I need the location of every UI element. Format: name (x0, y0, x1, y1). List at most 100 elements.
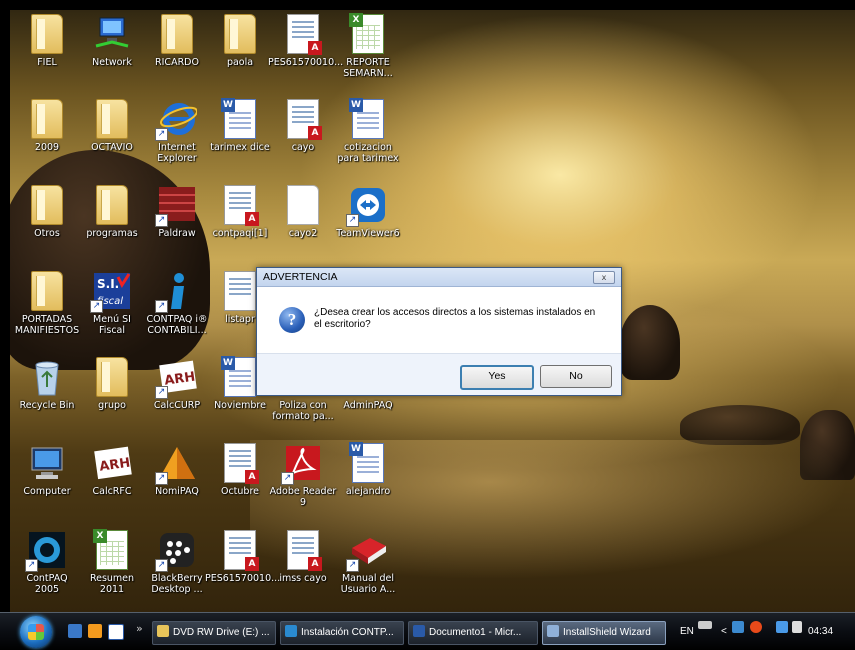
folder-icon (31, 185, 63, 225)
desktop-icon-grupo[interactable]: grupo (77, 357, 147, 411)
switch-windows-icon[interactable] (108, 624, 124, 640)
desktop-icon-label: Adobe Reader 9 (269, 486, 337, 508)
desktop-icon-paldraw[interactable]: ↗ Paldraw (142, 185, 212, 239)
quicklaunch-chevron[interactable]: » (136, 622, 143, 635)
word-badge-icon: W (221, 356, 235, 370)
taskbar-item-label: Instalación CONTP... (301, 627, 394, 638)
pdf-document-icon: A (287, 530, 322, 571)
desktop-icon-paola[interactable]: paola (205, 14, 275, 68)
shortcut-arrow-icon: ↗ (281, 472, 294, 485)
adobe-reader-icon: ↗ (281, 443, 323, 485)
yes-button[interactable]: Yes (460, 365, 534, 390)
desktop-icon-recycle-bin[interactable]: Recycle Bin (12, 357, 82, 411)
desktop-icon-contpaq-2005[interactable]: ↗ ContPAQ 2005 (12, 530, 82, 595)
desktop-icon-pdf-document-2[interactable]: A PES61570010... (205, 530, 280, 584)
antivirus-icon (750, 621, 762, 633)
desktop-icon-cotizacion-tarimex[interactable]: W cotizacion para tarimex (333, 98, 403, 164)
desktop-icon-resumen-2011[interactable]: X Resumen 2011 (77, 529, 147, 595)
desktop-icon-label: Poliza con formato pa... (272, 400, 334, 422)
desktop-icon-label: TeamViewer6 (336, 228, 400, 239)
media-player-icon[interactable] (88, 624, 102, 638)
desktop-icon-nomipaq[interactable]: ↗ NomiPAQ (142, 443, 212, 497)
taskbar-item-documento1-word[interactable]: Documento1 - Micr... (408, 621, 538, 645)
desktop-icon-label: FIEL (37, 57, 57, 68)
shortcut-arrow-icon: ↗ (155, 386, 168, 399)
desktop-icon-contpaqi[interactable]: A contpaqi[1] (205, 185, 275, 239)
desktop-icon-label: Noviembre (214, 400, 266, 411)
desktop-icon-label: paola (226, 57, 254, 68)
clock[interactable]: 04:34 p.m. (808, 621, 833, 650)
desktop-icon-reporte-semarnat[interactable]: X REPORTE SEMARN... (333, 13, 403, 79)
desktop-icon-label: RICARDO (155, 57, 199, 68)
desktop-icon-imss-cayo[interactable]: A imss cayo (268, 530, 338, 584)
contpaq-i-icon: ↗ (155, 271, 197, 313)
desktop-icon-calcrfc[interactable]: ARH CalcRFC (77, 443, 147, 497)
shortcut-arrow-icon: ↗ (346, 559, 359, 572)
desktop-icon-octubre[interactable]: A Octubre (205, 443, 275, 497)
tray-expand-chevron[interactable]: < (721, 621, 727, 643)
desktop-icon-fiel[interactable]: FIEL (12, 14, 82, 68)
contpaq-i-icon (285, 625, 297, 637)
desktop-icon-cayo[interactable]: A cayo (268, 99, 338, 153)
desktop-icon-label: cotizacion para tarimex (337, 142, 399, 164)
folder-icon (96, 99, 128, 139)
start-button[interactable] (20, 616, 52, 648)
shortcut-arrow-icon: ↗ (155, 472, 168, 485)
desktop-icon-label: imss cayo (279, 573, 327, 584)
pdf-badge-icon: A (245, 212, 259, 226)
desktop-icon-blackberry-desktop[interactable]: ↗ BlackBerry Desktop ... (142, 530, 212, 595)
pdf-badge-icon: A (245, 557, 259, 571)
desktop-icon-menu-si-fiscal[interactable]: S.I. fiscal ↗ Menú SI Fiscal (77, 271, 147, 336)
desktop-icon-contpaq-contabilidad[interactable]: ↗ CONTPAQ i® CONTABILI... (142, 271, 212, 336)
pdf-document-icon: A (224, 185, 259, 226)
desktop-icon-label: Computer (23, 486, 71, 497)
word-badge-icon: W (349, 98, 363, 112)
desktop-icon-pdf-document[interactable]: A PES61570010... (268, 14, 343, 68)
desktop-icon-label: Resumen 2011 (89, 573, 135, 595)
desktop-icon-manual-usuario[interactable]: ↗ Manual del Usuario A... (333, 530, 403, 595)
desktop-icon-computer[interactable]: Computer (12, 443, 82, 497)
desktop-icon-label: programas (86, 228, 138, 239)
desktop-icon-tarimex-dice[interactable]: W tarimex dice (205, 98, 275, 153)
desktop-icon-cayo2[interactable]: cayo2 (268, 185, 338, 239)
screen-border (0, 0, 10, 612)
wallpaper-rock (0, 150, 210, 370)
desktop-icon-teamviewer[interactable]: ↗ TeamViewer6 (333, 185, 403, 239)
monitor-icon (776, 621, 788, 633)
desktop-icon-label: CalcRFC (92, 486, 132, 497)
language-indicator[interactable]: EN (680, 621, 694, 643)
dialog-title: ADVERTENCIA (263, 271, 338, 283)
desktop-icon-otros[interactable]: Otros (12, 185, 82, 239)
pdf-document-icon: A (287, 99, 322, 140)
desktop-icon-network[interactable]: Network (77, 14, 147, 68)
text-document-icon (287, 185, 319, 225)
excel-document-icon: X (349, 13, 384, 54)
desktop-icon-calccurp[interactable]: ARH ↗ CalcCURP (142, 357, 212, 411)
desktop-icon-2009[interactable]: 2009 (12, 99, 82, 153)
no-button[interactable]: No (540, 365, 612, 388)
shortcut-arrow-icon: ↗ (25, 559, 38, 572)
show-desktop-icon[interactable] (68, 624, 82, 638)
recycle-bin-icon (27, 357, 67, 397)
desktop-icon-adobe-reader[interactable]: ↗ Adobe Reader 9 (268, 443, 338, 508)
close-button[interactable]: x (593, 271, 615, 284)
taskbar-item-instalacion-contpaq[interactable]: Instalación CONTP... (280, 621, 404, 645)
desktop-icon-label: NomiPAQ (155, 486, 199, 497)
taskbar-item-installshield-wizard[interactable]: InstallShield Wizard (542, 621, 666, 645)
desktop-icon-programas[interactable]: programas (77, 185, 147, 239)
pdf-badge-icon: A (245, 470, 259, 484)
taskbar-item-dvd-drive[interactable]: DVD RW Drive (E:) ... (152, 621, 276, 645)
desktop-icon-internet-explorer[interactable]: ↗ Internet Explorer (142, 99, 212, 164)
desktop-icon-octavio[interactable]: OCTAVIO (77, 99, 147, 153)
dialog-titlebar[interactable]: ADVERTENCIA x (257, 268, 621, 287)
computer-icon (27, 443, 67, 483)
shortcut-arrow-icon: ↗ (155, 214, 168, 227)
desktop-icon-alejandro[interactable]: W alejandro (333, 442, 403, 497)
advertencia-dialog: ADVERTENCIA x ? ¿Desea crear los accesos… (256, 267, 622, 396)
teamviewer-icon: ↗ (346, 185, 388, 227)
desktop-icon-ricardo[interactable]: RICARDO (142, 14, 212, 68)
desktop-icon-portadas-manifiestos[interactable]: PORTADAS MANIFIESTOS (12, 271, 82, 336)
desktop-screen: FIEL Network RICARDO paola A PES61570010… (0, 0, 855, 650)
word-badge-icon: W (349, 442, 363, 456)
installshield-icon (547, 625, 559, 637)
